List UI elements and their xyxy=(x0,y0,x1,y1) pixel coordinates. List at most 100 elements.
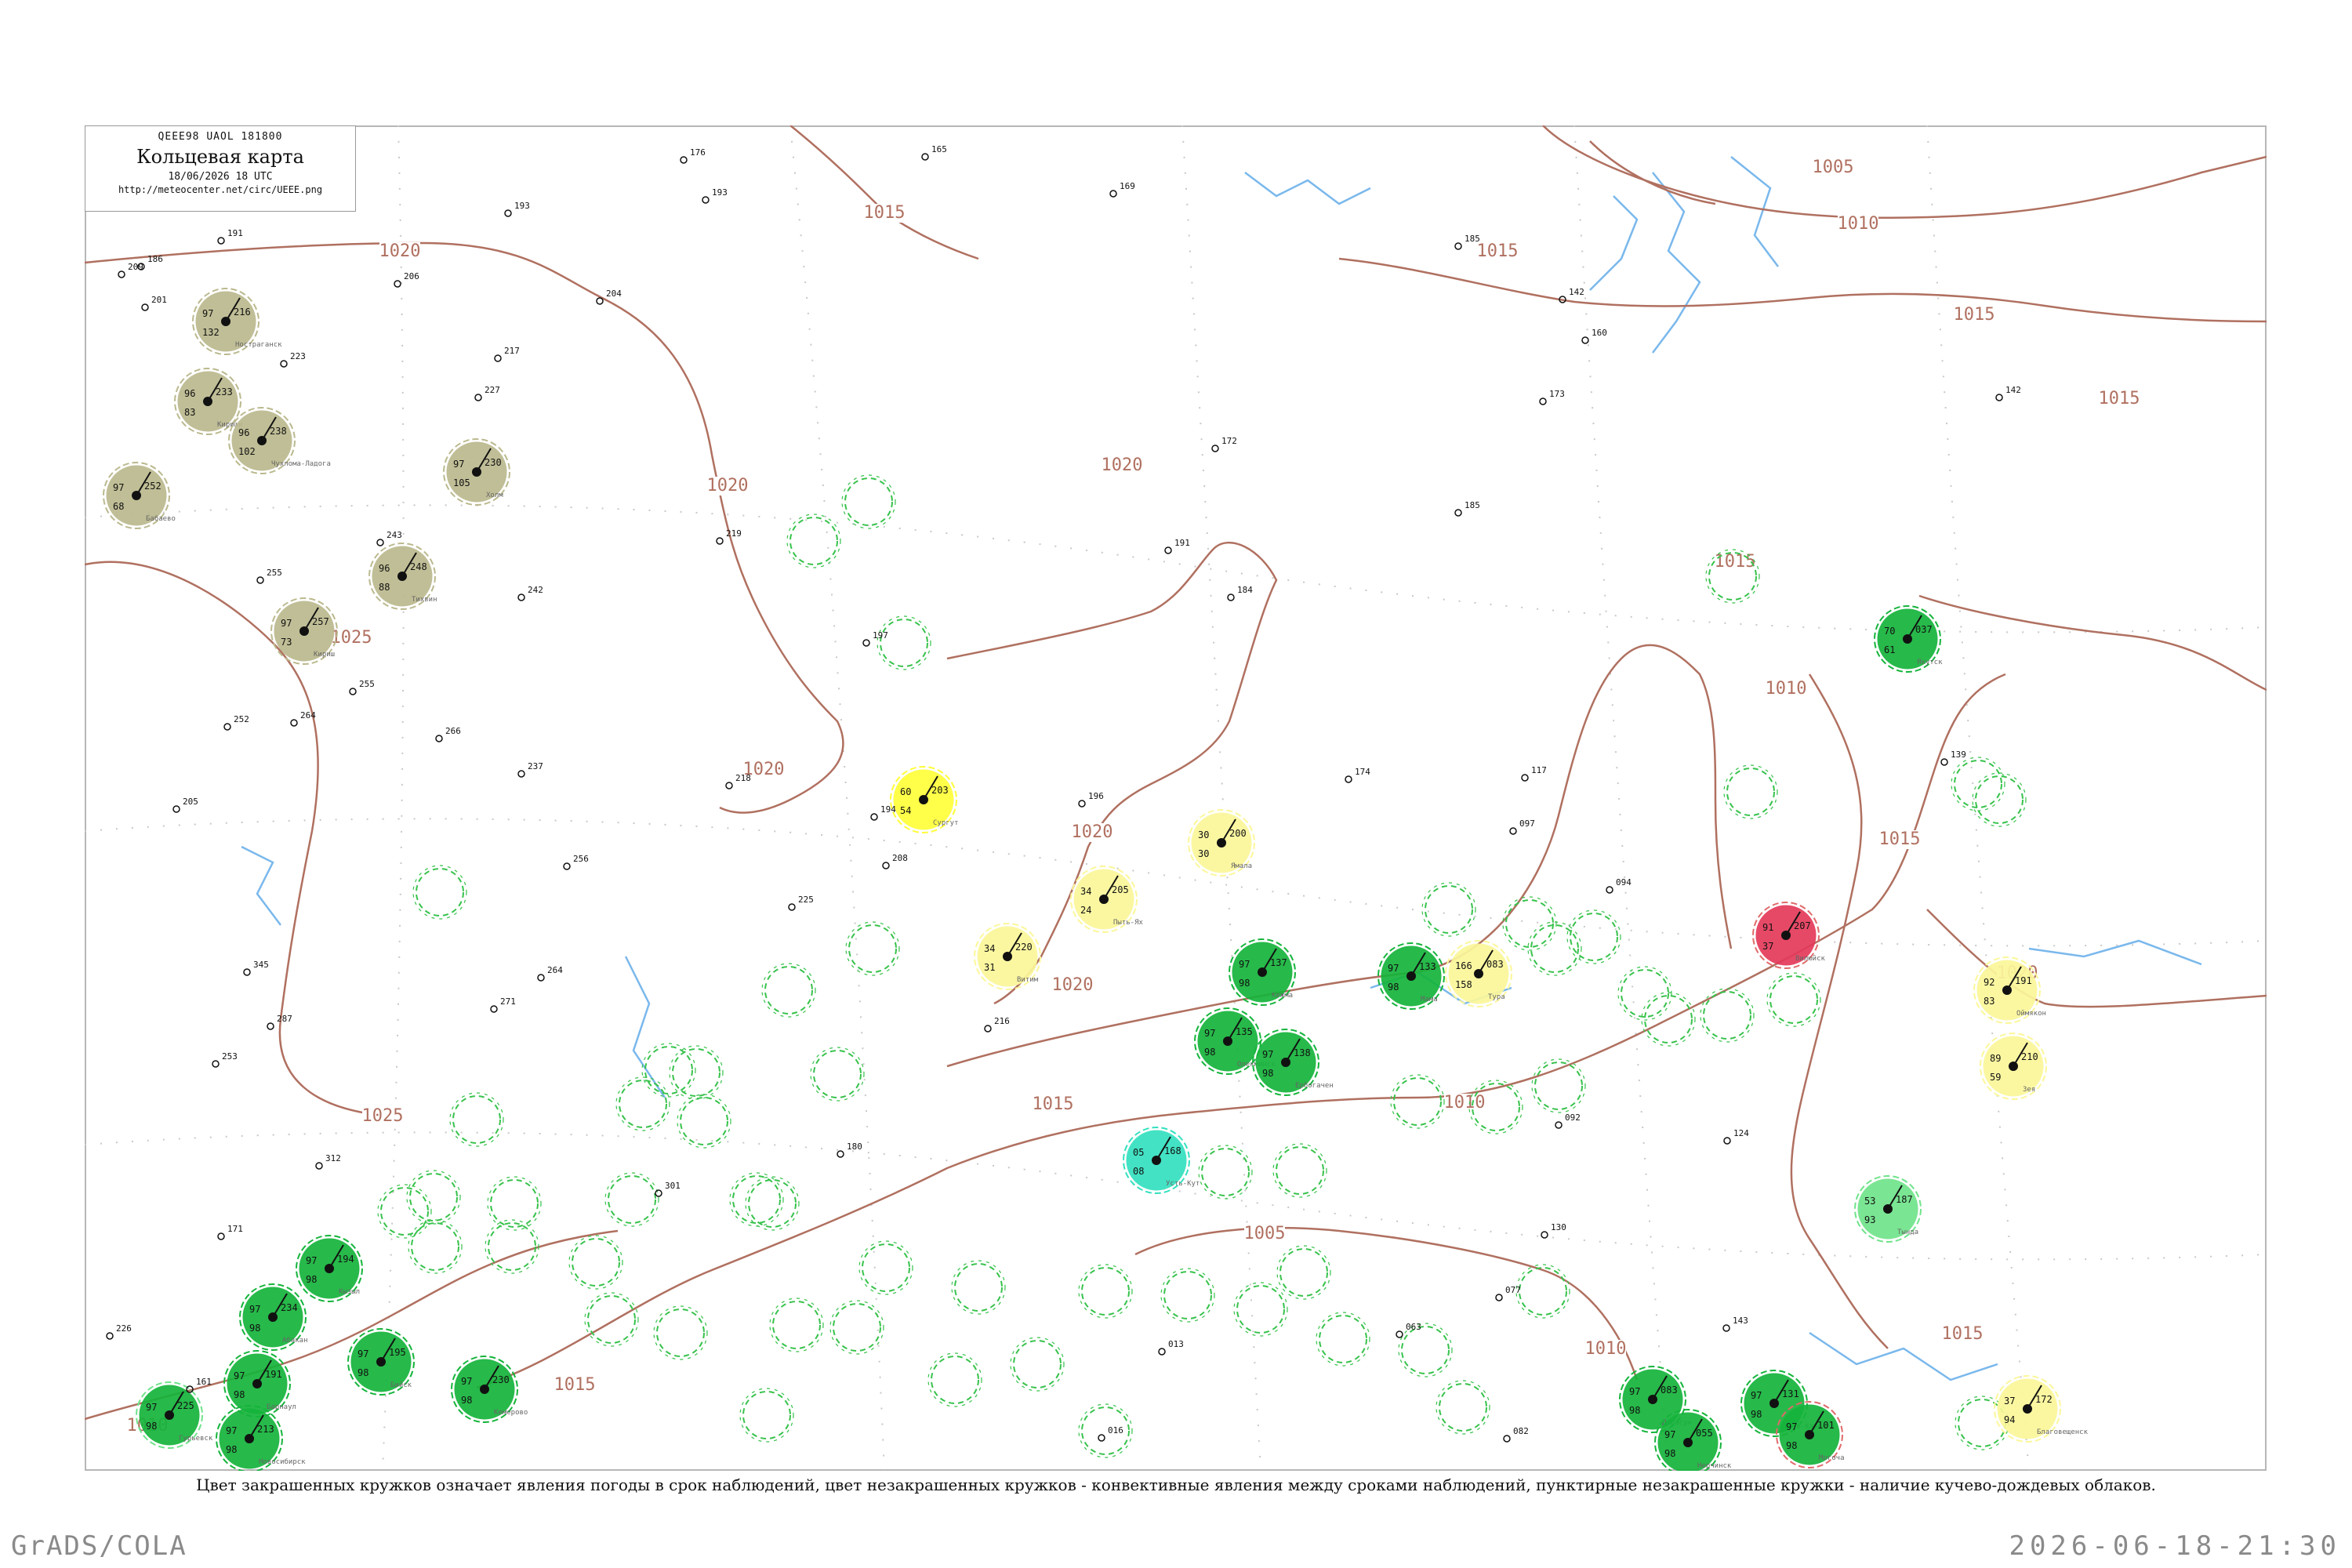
cb-cloud-ring-outer xyxy=(1951,757,2005,811)
station-marker[interactable]: 230 97 98 Кемерово xyxy=(451,1356,528,1423)
station-marker[interactable]: 220 34 31 Витим xyxy=(974,923,1041,990)
station-dot xyxy=(1521,774,1529,782)
station-dot xyxy=(837,1150,844,1158)
cb-cloud-ring-outer xyxy=(786,514,841,568)
station-dew: 98 xyxy=(226,1444,237,1455)
station-value: 301 xyxy=(665,1181,681,1191)
station-temp: 97 xyxy=(226,1425,237,1436)
station-dot xyxy=(870,813,878,821)
isobar-label: 1010 xyxy=(1766,679,1807,699)
station-dot xyxy=(921,153,929,161)
station-dot xyxy=(223,723,231,731)
station-temp: 37 xyxy=(2004,1396,2015,1406)
station-pressure: 138 xyxy=(1294,1047,1311,1058)
cb-cloud-ring-outer xyxy=(829,1300,884,1355)
cb-cloud-ring-outer xyxy=(841,474,896,529)
station-value: 227 xyxy=(485,385,500,395)
cb-cloud-ring xyxy=(742,1391,791,1439)
station-values: 194 184 191 172 185 173 185 142 160 142 165 193 169 1… xyxy=(106,144,2021,1443)
station-marker[interactable]: 172 37 94 Благовещенск xyxy=(1994,1375,2089,1443)
station-marker[interactable]: 216 97 132 Ностраганск xyxy=(192,288,282,355)
isobar-label: 1015 xyxy=(1879,829,1921,849)
station-marker[interactable]: 257 97 73 Кириш xyxy=(270,597,338,665)
station-name: Мама xyxy=(1421,996,1438,1004)
station-value: 225 xyxy=(798,895,814,905)
station-marker[interactable]: 168 05 08 Усть-Кут xyxy=(1123,1127,1200,1194)
station-dew: 98 xyxy=(1629,1405,1640,1416)
station-dot xyxy=(490,1005,498,1013)
station-dew: 98 xyxy=(1262,1068,1273,1079)
station-name: Кежма xyxy=(1272,992,1293,1000)
isobar-label: 1015 xyxy=(1715,552,1756,572)
cb-cloud-ring xyxy=(848,924,897,973)
station-name: Бийск xyxy=(390,1381,412,1389)
station-dot xyxy=(1164,546,1172,554)
station-temp: 60 xyxy=(900,786,911,797)
station-marker[interactable]: 037 70 61 Якутск xyxy=(1874,605,1943,673)
cb-cloud-ring xyxy=(1954,760,2002,808)
station-value: 097 xyxy=(1519,818,1535,829)
station-value: 185 xyxy=(1465,500,1480,510)
station-marker[interactable]: 194 97 98 Кызыл xyxy=(296,1235,363,1302)
isobar-label: 1015 xyxy=(1033,1094,1074,1114)
station-marker[interactable]: 230 97 105 Холм xyxy=(443,438,510,506)
station-marker[interactable]: 138 97 98 Ербогачен xyxy=(1252,1029,1334,1096)
station-dot xyxy=(862,639,870,647)
station-marker[interactable]: 133 97 98 Мама xyxy=(1377,942,1445,1010)
station-marker[interactable]: 213 97 98 Новосибирск xyxy=(216,1405,306,1471)
cb-cloud-ring xyxy=(813,1050,862,1098)
station-value: 205 xyxy=(183,797,198,807)
station-value: 208 xyxy=(892,853,908,863)
station-marker[interactable]: 195 97 98 Бийск xyxy=(347,1328,415,1396)
station-marker[interactable]: 238 96 102 Чухлома-Ладога xyxy=(228,407,331,474)
cb-cloud-ring xyxy=(1439,1383,1487,1432)
station-dew: 73 xyxy=(281,637,292,648)
station-dew: 102 xyxy=(238,446,256,457)
station-value: 184 xyxy=(1237,585,1253,595)
isobar-label: 1015 xyxy=(554,1375,596,1395)
weather-stations[interactable]: 21697132Ностраганск 2339683Кириши23896102… xyxy=(103,288,2089,1471)
station-marker[interactable]: 083 166 158 Тура xyxy=(1445,940,1512,1007)
cb-cloud-ring-outer xyxy=(449,1092,504,1147)
cb-cloud-ring-outer xyxy=(1502,896,1557,951)
station-name: Тура xyxy=(1488,993,1505,1001)
map-url[interactable]: http://meteocenter.net/circ/UEEE.png xyxy=(85,184,355,195)
station-marker[interactable]: 225 97 98 Гурьевск xyxy=(136,1381,213,1449)
cb-cloud-ring xyxy=(954,1263,1003,1312)
station-dot xyxy=(517,593,525,601)
cb-cloud-ring-outer xyxy=(810,1047,865,1102)
station-temp: 70 xyxy=(1884,626,1895,637)
station-temp: 96 xyxy=(184,388,195,399)
station-dew: 98 xyxy=(146,1421,157,1432)
station-marker[interactable]: 248 96 88 Тихвин xyxy=(368,543,437,610)
isobar-label: 1020 xyxy=(1102,456,1143,475)
station-name: Абакан xyxy=(282,1336,308,1345)
station-marker[interactable]: 2339683Кириши xyxy=(174,368,243,435)
station-marker[interactable]: 187 53 93 Тында xyxy=(1854,1175,1922,1243)
station-dew: 98 xyxy=(306,1274,317,1285)
cb-cloud-ring-outer xyxy=(769,1298,824,1352)
station-dot xyxy=(1722,1324,1730,1332)
station-marker[interactable]: 205 34 24 Пыть-Ях xyxy=(1070,866,1144,933)
station-marker[interactable]: 200 30 30 Ямала xyxy=(1188,809,1255,877)
station-marker[interactable]: 234 97 98 Абакан xyxy=(239,1283,308,1351)
station-value: 139 xyxy=(1951,750,1966,760)
station-value: 253 xyxy=(222,1051,238,1062)
map-title: Кольцевая карта xyxy=(136,146,304,168)
station-temp: 97 xyxy=(358,1348,368,1359)
station-marker[interactable]: 203 60 54 Сургут xyxy=(890,766,959,833)
cb-cloud-ring xyxy=(1279,1248,1328,1297)
station-pressure: 230 xyxy=(485,457,502,468)
station-value: 161 xyxy=(196,1377,212,1387)
cb-cloud-ring xyxy=(764,966,813,1014)
station-name: Ностраганск xyxy=(235,341,282,349)
station-marker[interactable]: 207 91 37 Вилюйск xyxy=(1752,902,1826,969)
station-marker[interactable]: 137 97 98 Кежма xyxy=(1229,938,1296,1006)
station-marker[interactable]: 252 97 68 Бабаево xyxy=(103,462,176,529)
station-marker[interactable]: 210 89 59 Зея xyxy=(1980,1033,2047,1100)
render-timestamp: 2026-06-18-21:30 xyxy=(2009,1530,2341,1562)
station-dew: 98 xyxy=(461,1395,472,1406)
station-value: 223 xyxy=(290,351,306,361)
weather-map[interactable]: 1020101510051010101510151015102010201020… xyxy=(85,125,2267,1471)
station-temp: 05 xyxy=(1133,1147,1144,1158)
